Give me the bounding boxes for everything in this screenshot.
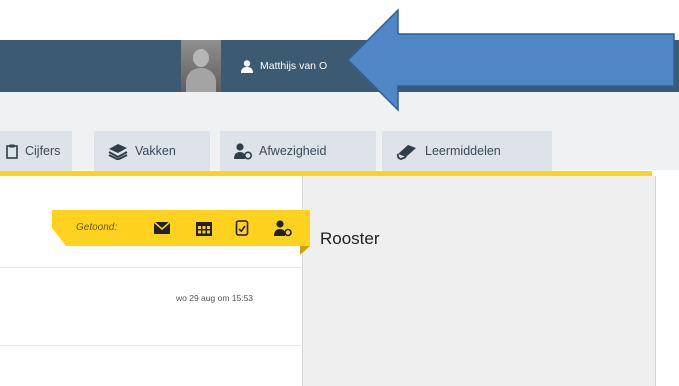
arrow-annotation [346,8,675,112]
rooster-panel: Rooster [302,176,656,386]
tab-label: Vakken [135,144,176,158]
tab-cijfers[interactable]: Cijfers [0,131,72,171]
clipboard-icon [6,144,18,159]
tab-label: Cijfers [25,144,61,158]
avatar-head [193,49,209,67]
book-icon [396,143,418,160]
panel-title: Rooster [320,229,380,248]
books-icon [108,143,128,160]
tab-label: Afwezigheid [259,144,327,158]
mail-icon[interactable] [153,220,171,236]
avatar[interactable] [181,40,221,92]
user-menu[interactable]: Matthijs van O [241,58,327,74]
ribbon-fold [300,246,310,255]
tab-afwezigheid[interactable]: Afwezigheid [220,131,376,171]
user-icon [241,59,253,73]
user-name: Matthijs van O [260,60,328,72]
user-absence-icon [234,142,252,160]
user-absence-icon[interactable] [274,220,292,237]
document-check-icon[interactable] [235,220,253,236]
calendar-icon[interactable] [195,220,213,236]
tab-leermiddelen[interactable]: Leermiddelen [382,131,552,171]
divider [0,267,302,268]
tab-label: Leermiddelen [425,144,501,158]
message-date: wo 29 aug om 15:53 [176,293,254,303]
tab-vakken[interactable]: Vakken [94,131,210,171]
divider [0,345,302,346]
avatar-body [186,68,216,92]
filter-label: Getoond: [76,222,118,233]
